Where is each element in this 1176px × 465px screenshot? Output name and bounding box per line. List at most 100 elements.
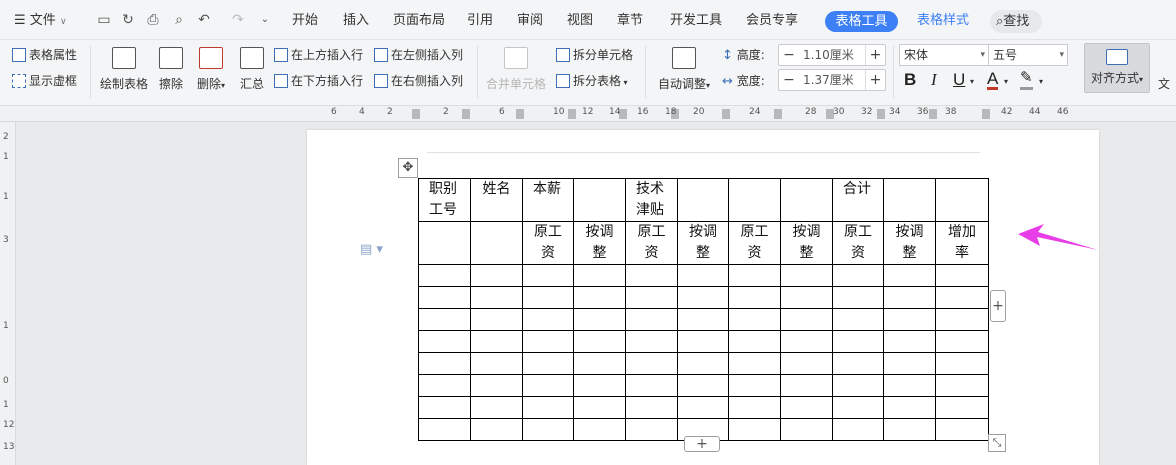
table-properties-button[interactable]: 表格属性 bbox=[12, 45, 77, 65]
redo-icon[interactable]: ↷ bbox=[230, 12, 246, 28]
table-cell[interactable] bbox=[935, 308, 989, 331]
table-cell[interactable] bbox=[728, 308, 781, 331]
table-cell[interactable]: 姓名 bbox=[470, 178, 523, 222]
draw-table-button[interactable]: 绘制表格 bbox=[99, 47, 149, 92]
table-cell[interactable] bbox=[883, 286, 936, 309]
table-cell[interactable] bbox=[832, 330, 884, 353]
table-cell[interactable] bbox=[522, 374, 574, 397]
table-cell[interactable] bbox=[832, 374, 884, 397]
table-cell[interactable] bbox=[935, 396, 989, 419]
table-cell[interactable] bbox=[522, 264, 574, 287]
table-cell[interactable] bbox=[470, 374, 523, 397]
table-cell[interactable] bbox=[470, 286, 523, 309]
row-height-stepper[interactable]: − 1.10厘米 + bbox=[778, 44, 886, 66]
table-cell[interactable] bbox=[883, 264, 936, 287]
split-table-button[interactable]: 拆分表格 ▾ bbox=[556, 71, 628, 91]
table-cell[interactable] bbox=[728, 352, 781, 375]
table-cell[interactable] bbox=[780, 264, 833, 287]
table-cell[interactable] bbox=[470, 308, 523, 331]
table-cell[interactable] bbox=[883, 178, 936, 222]
table-cell[interactable]: 技术 津贴 bbox=[625, 178, 678, 222]
insert-row-above-button[interactable]: 在上方插入行 bbox=[274, 45, 363, 65]
table-cell[interactable] bbox=[677, 374, 729, 397]
table-cell[interactable] bbox=[470, 396, 523, 419]
more-icon[interactable]: ⌄ bbox=[257, 12, 273, 28]
ruler-marker[interactable] bbox=[877, 109, 885, 119]
table-cell[interactable] bbox=[625, 418, 678, 441]
table-cell[interactable]: 按调整 bbox=[780, 221, 833, 265]
column-width-value[interactable]: 1.37厘米 bbox=[803, 70, 854, 90]
text-direction-button[interactable]: 文 bbox=[1158, 75, 1170, 92]
table-cell[interactable] bbox=[728, 264, 781, 287]
table-cell[interactable] bbox=[728, 286, 781, 309]
table-cell[interactable] bbox=[573, 308, 626, 331]
insert-column-right-button[interactable]: 在右侧插入列 bbox=[374, 71, 463, 91]
table-cell[interactable] bbox=[418, 264, 471, 287]
table-cell[interactable] bbox=[625, 286, 678, 309]
table-cell[interactable] bbox=[728, 418, 781, 441]
table-cell[interactable] bbox=[470, 330, 523, 353]
tab-member[interactable]: 会员专享 bbox=[746, 10, 798, 32]
print-preview-icon[interactable]: ⌕ bbox=[171, 12, 187, 28]
table-cell[interactable] bbox=[573, 330, 626, 353]
undo-icon[interactable]: ↶ bbox=[196, 12, 212, 28]
table-cell[interactable] bbox=[522, 308, 574, 331]
split-cells-button[interactable]: 拆分单元格 bbox=[556, 45, 633, 65]
insert-column-left-button[interactable]: 在左侧插入列 bbox=[374, 45, 463, 65]
table-cell[interactable] bbox=[728, 374, 781, 397]
bold-icon[interactable]: B bbox=[904, 70, 916, 90]
chevron-down-icon[interactable]: ▾ bbox=[970, 77, 974, 86]
font-name-select[interactable]: 宋体 ▾ bbox=[899, 44, 989, 66]
table-cell[interactable] bbox=[728, 330, 781, 353]
search-button[interactable]: ⌕查找 bbox=[990, 10, 1042, 33]
ruler-marker[interactable] bbox=[462, 109, 470, 119]
ruler-marker[interactable] bbox=[412, 109, 420, 119]
erase-button[interactable]: 擦除 bbox=[157, 47, 185, 92]
tab-developer[interactable]: 开发工具 bbox=[670, 10, 722, 32]
table-cell[interactable] bbox=[418, 221, 471, 265]
table-cell[interactable]: 原工资 bbox=[522, 221, 574, 265]
table-cell[interactable] bbox=[470, 418, 523, 441]
table-cell[interactable] bbox=[935, 286, 989, 309]
table-cell[interactable] bbox=[625, 308, 678, 331]
table-cell[interactable] bbox=[418, 330, 471, 353]
table-cell[interactable] bbox=[677, 264, 729, 287]
ruler-marker[interactable] bbox=[929, 109, 937, 119]
table-cell[interactable] bbox=[625, 396, 678, 419]
font-color-icon[interactable]: A bbox=[987, 70, 999, 90]
ruler-marker[interactable] bbox=[568, 109, 576, 119]
table-cell[interactable] bbox=[883, 418, 936, 441]
table-cell[interactable] bbox=[883, 330, 936, 353]
table-cell[interactable]: 增加率 bbox=[935, 221, 989, 265]
table-cell[interactable] bbox=[470, 221, 523, 265]
table-cell[interactable] bbox=[573, 418, 626, 441]
table-move-icon[interactable]: ✥ bbox=[398, 158, 418, 178]
minus-icon[interactable]: − bbox=[779, 70, 799, 90]
table-cell[interactable]: 按调整 bbox=[677, 221, 729, 265]
table-cell[interactable]: 合计 bbox=[832, 178, 884, 222]
table-cell[interactable] bbox=[522, 396, 574, 419]
plus-icon[interactable]: + bbox=[865, 70, 885, 90]
table-cell[interactable] bbox=[832, 418, 884, 441]
ruler-marker[interactable] bbox=[982, 109, 990, 119]
format-painter-icon[interactable]: ↻ bbox=[120, 12, 136, 28]
plus-icon[interactable]: + bbox=[865, 45, 885, 65]
tab-table-style[interactable]: 表格样式 bbox=[917, 10, 969, 32]
tab-reference[interactable]: 引用 bbox=[467, 10, 493, 32]
ruler-marker[interactable] bbox=[774, 109, 782, 119]
auto-fit-button[interactable]: 自动调整▾ bbox=[655, 47, 713, 92]
font-size-select[interactable]: 五号 ▾ bbox=[988, 44, 1068, 66]
table-cell[interactable] bbox=[935, 352, 989, 375]
table-cell[interactable] bbox=[780, 418, 833, 441]
tab-view[interactable]: 视图 bbox=[567, 10, 593, 32]
table-cell[interactable] bbox=[935, 264, 989, 287]
table-cell[interactable] bbox=[573, 264, 626, 287]
show-gridlines-button[interactable]: 显示虚框 bbox=[12, 71, 77, 91]
table-cell[interactable] bbox=[625, 330, 678, 353]
add-row-button[interactable]: + bbox=[684, 436, 720, 452]
table-cell[interactable] bbox=[418, 286, 471, 309]
table-cell[interactable] bbox=[418, 418, 471, 441]
table-cell[interactable]: 职别 工号 bbox=[418, 178, 471, 222]
table-cell[interactable]: 本薪 bbox=[522, 178, 574, 222]
table-cell[interactable] bbox=[883, 396, 936, 419]
